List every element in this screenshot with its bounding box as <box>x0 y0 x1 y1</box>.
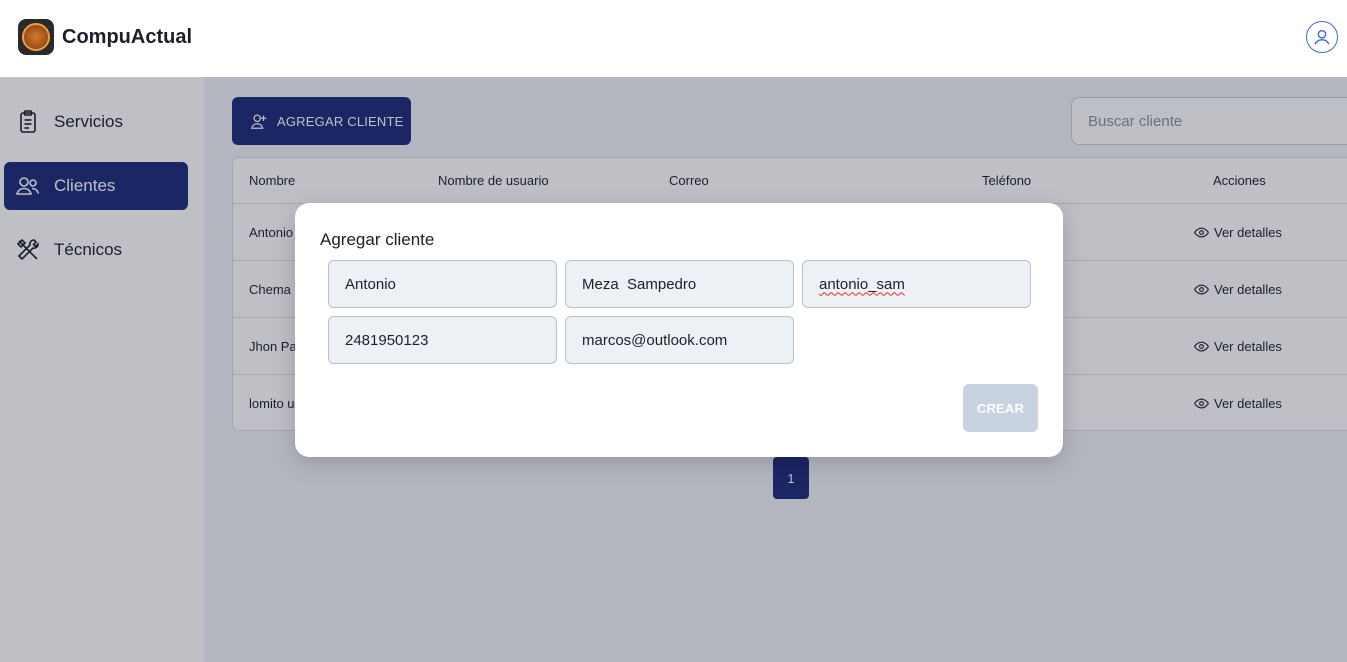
user-account-icon[interactable] <box>1306 21 1338 53</box>
phone-field[interactable]: 2481950123 <box>328 316 557 364</box>
username-field[interactable]: antonio_sam <box>802 260 1031 308</box>
first-name-field[interactable]: Antonio <box>328 260 557 308</box>
top-header: CompuActual <box>0 0 1347 77</box>
app-logo[interactable] <box>18 19 54 55</box>
logo-emblem <box>22 23 50 51</box>
create-button[interactable]: CREAR <box>963 384 1038 432</box>
add-client-modal: Agregar cliente Antonio Meza Sampedro an… <box>295 203 1063 457</box>
username-value: antonio_sam <box>819 275 905 293</box>
email-field[interactable]: marcos@outlook.com <box>565 316 794 364</box>
modal-title: Agregar cliente <box>320 230 435 249</box>
last-name-field[interactable]: Meza Sampedro <box>565 260 794 308</box>
brand-name: CompuActual <box>62 26 192 48</box>
